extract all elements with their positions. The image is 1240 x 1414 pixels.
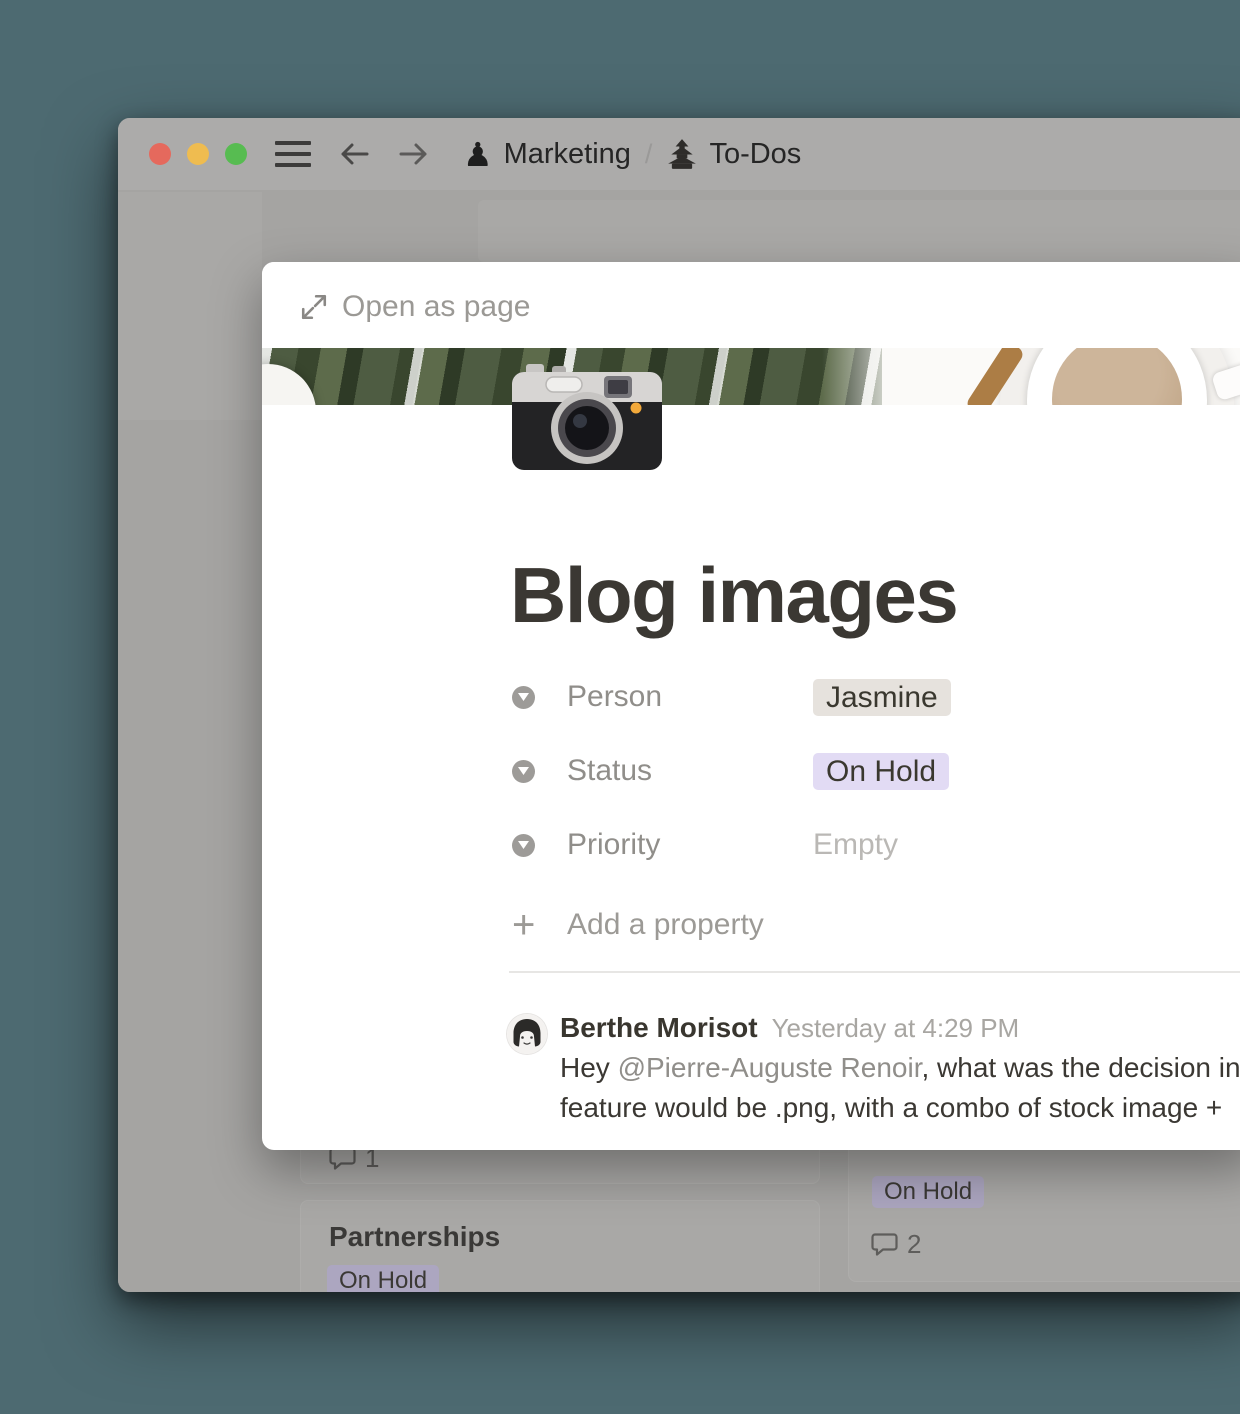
close-window-button[interactable]: [149, 143, 171, 165]
sidebar-menu-icon[interactable]: [275, 141, 311, 167]
window-titlebar: ♟ Marketing / To-Dos: [118, 118, 1240, 190]
comment-header: Berthe Morisot Yesterday at 4:29 PM: [560, 1012, 1019, 1044]
card-title: Partnerships: [329, 1221, 500, 1253]
property-name[interactable]: Status: [567, 754, 813, 788]
property-value-status-chip[interactable]: On Hold: [813, 753, 949, 790]
modal-header: Open as page: [262, 262, 1240, 348]
page-cover-image[interactable]: [262, 348, 1240, 405]
cover-coffee: [1052, 348, 1182, 405]
comment-count: 2: [871, 1229, 921, 1260]
status-badge: On Hold: [872, 1176, 984, 1208]
breadcrumb-label: To-Dos: [709, 138, 801, 171]
property-row-priority: Priority Empty: [512, 823, 1240, 867]
property-row-person: Person Jasmine: [512, 675, 1240, 719]
comment-text: , what was the decision in: [921, 1052, 1240, 1083]
back-button[interactable]: [337, 140, 371, 168]
open-as-page-label: Open as page: [342, 290, 530, 324]
chevron-down-circle-icon[interactable]: [512, 834, 535, 857]
comment-count-value: 2: [907, 1229, 921, 1260]
forward-button[interactable]: [397, 140, 431, 168]
dimmed-board-block: [478, 200, 1240, 262]
plus-icon: +: [512, 905, 542, 945]
comment-bubble-icon: [871, 1232, 898, 1257]
user-mention[interactable]: @Pierre-Auguste Renoir: [618, 1052, 922, 1083]
comment-timestamp: Yesterday at 4:29 PM: [772, 1013, 1020, 1044]
page-preview-modal: Open as page Blog images: [262, 262, 1240, 1150]
arrow-right-icon: [397, 140, 431, 168]
breadcrumb: ♟ Marketing / To-Dos: [463, 138, 801, 171]
comment-author-name: Berthe Morisot: [560, 1012, 758, 1044]
page-icon-camera-emoji[interactable]: [512, 364, 662, 470]
property-value-empty[interactable]: Empty: [813, 828, 898, 862]
minimize-window-button[interactable]: [187, 143, 209, 165]
add-property-label: Add a property: [567, 908, 764, 942]
chevron-down-circle-icon[interactable]: [512, 760, 535, 783]
breadcrumb-item-marketing[interactable]: ♟ Marketing: [463, 138, 631, 171]
arrow-left-icon: [337, 140, 371, 168]
breadcrumb-separator: /: [645, 139, 653, 170]
breadcrumb-label: Marketing: [504, 138, 631, 171]
comment-text: Hey: [560, 1052, 618, 1083]
app-root: { "window": { "breadcrumb": { "item1": "…: [0, 0, 1240, 1414]
expand-icon: [300, 293, 328, 321]
property-value-person-chip[interactable]: Jasmine: [813, 679, 951, 716]
section-divider: [509, 971, 1240, 973]
comment-text-line-2: feature would be .png, with a combo of s…: [560, 1092, 1240, 1124]
status-badge: On Hold: [327, 1265, 439, 1292]
add-property-button[interactable]: + Add a property: [512, 905, 764, 945]
dimmed-board-block: [118, 192, 262, 420]
chevron-down-circle-icon[interactable]: [512, 686, 535, 709]
open-as-page-button[interactable]: Open as page: [300, 290, 530, 324]
zoom-window-button[interactable]: [225, 143, 247, 165]
cover-fade: [822, 348, 942, 405]
breadcrumb-item-todos[interactable]: To-Dos: [666, 138, 801, 171]
chess-pawn-icon: ♟: [463, 138, 493, 171]
traffic-lights: [149, 143, 247, 165]
property-row-status: Status On Hold: [512, 749, 1240, 793]
comment-author-avatar: [507, 1014, 547, 1054]
property-name[interactable]: Priority: [567, 828, 813, 862]
board-card-partnerships[interactable]: Partnerships On Hold: [300, 1200, 820, 1292]
comment-text-line-1: Hey @Pierre-Auguste Renoir, what was the…: [560, 1052, 1240, 1084]
property-name[interactable]: Person: [567, 680, 813, 714]
page-title[interactable]: Blog images: [510, 550, 957, 641]
japanese-castle-icon: [666, 138, 698, 170]
